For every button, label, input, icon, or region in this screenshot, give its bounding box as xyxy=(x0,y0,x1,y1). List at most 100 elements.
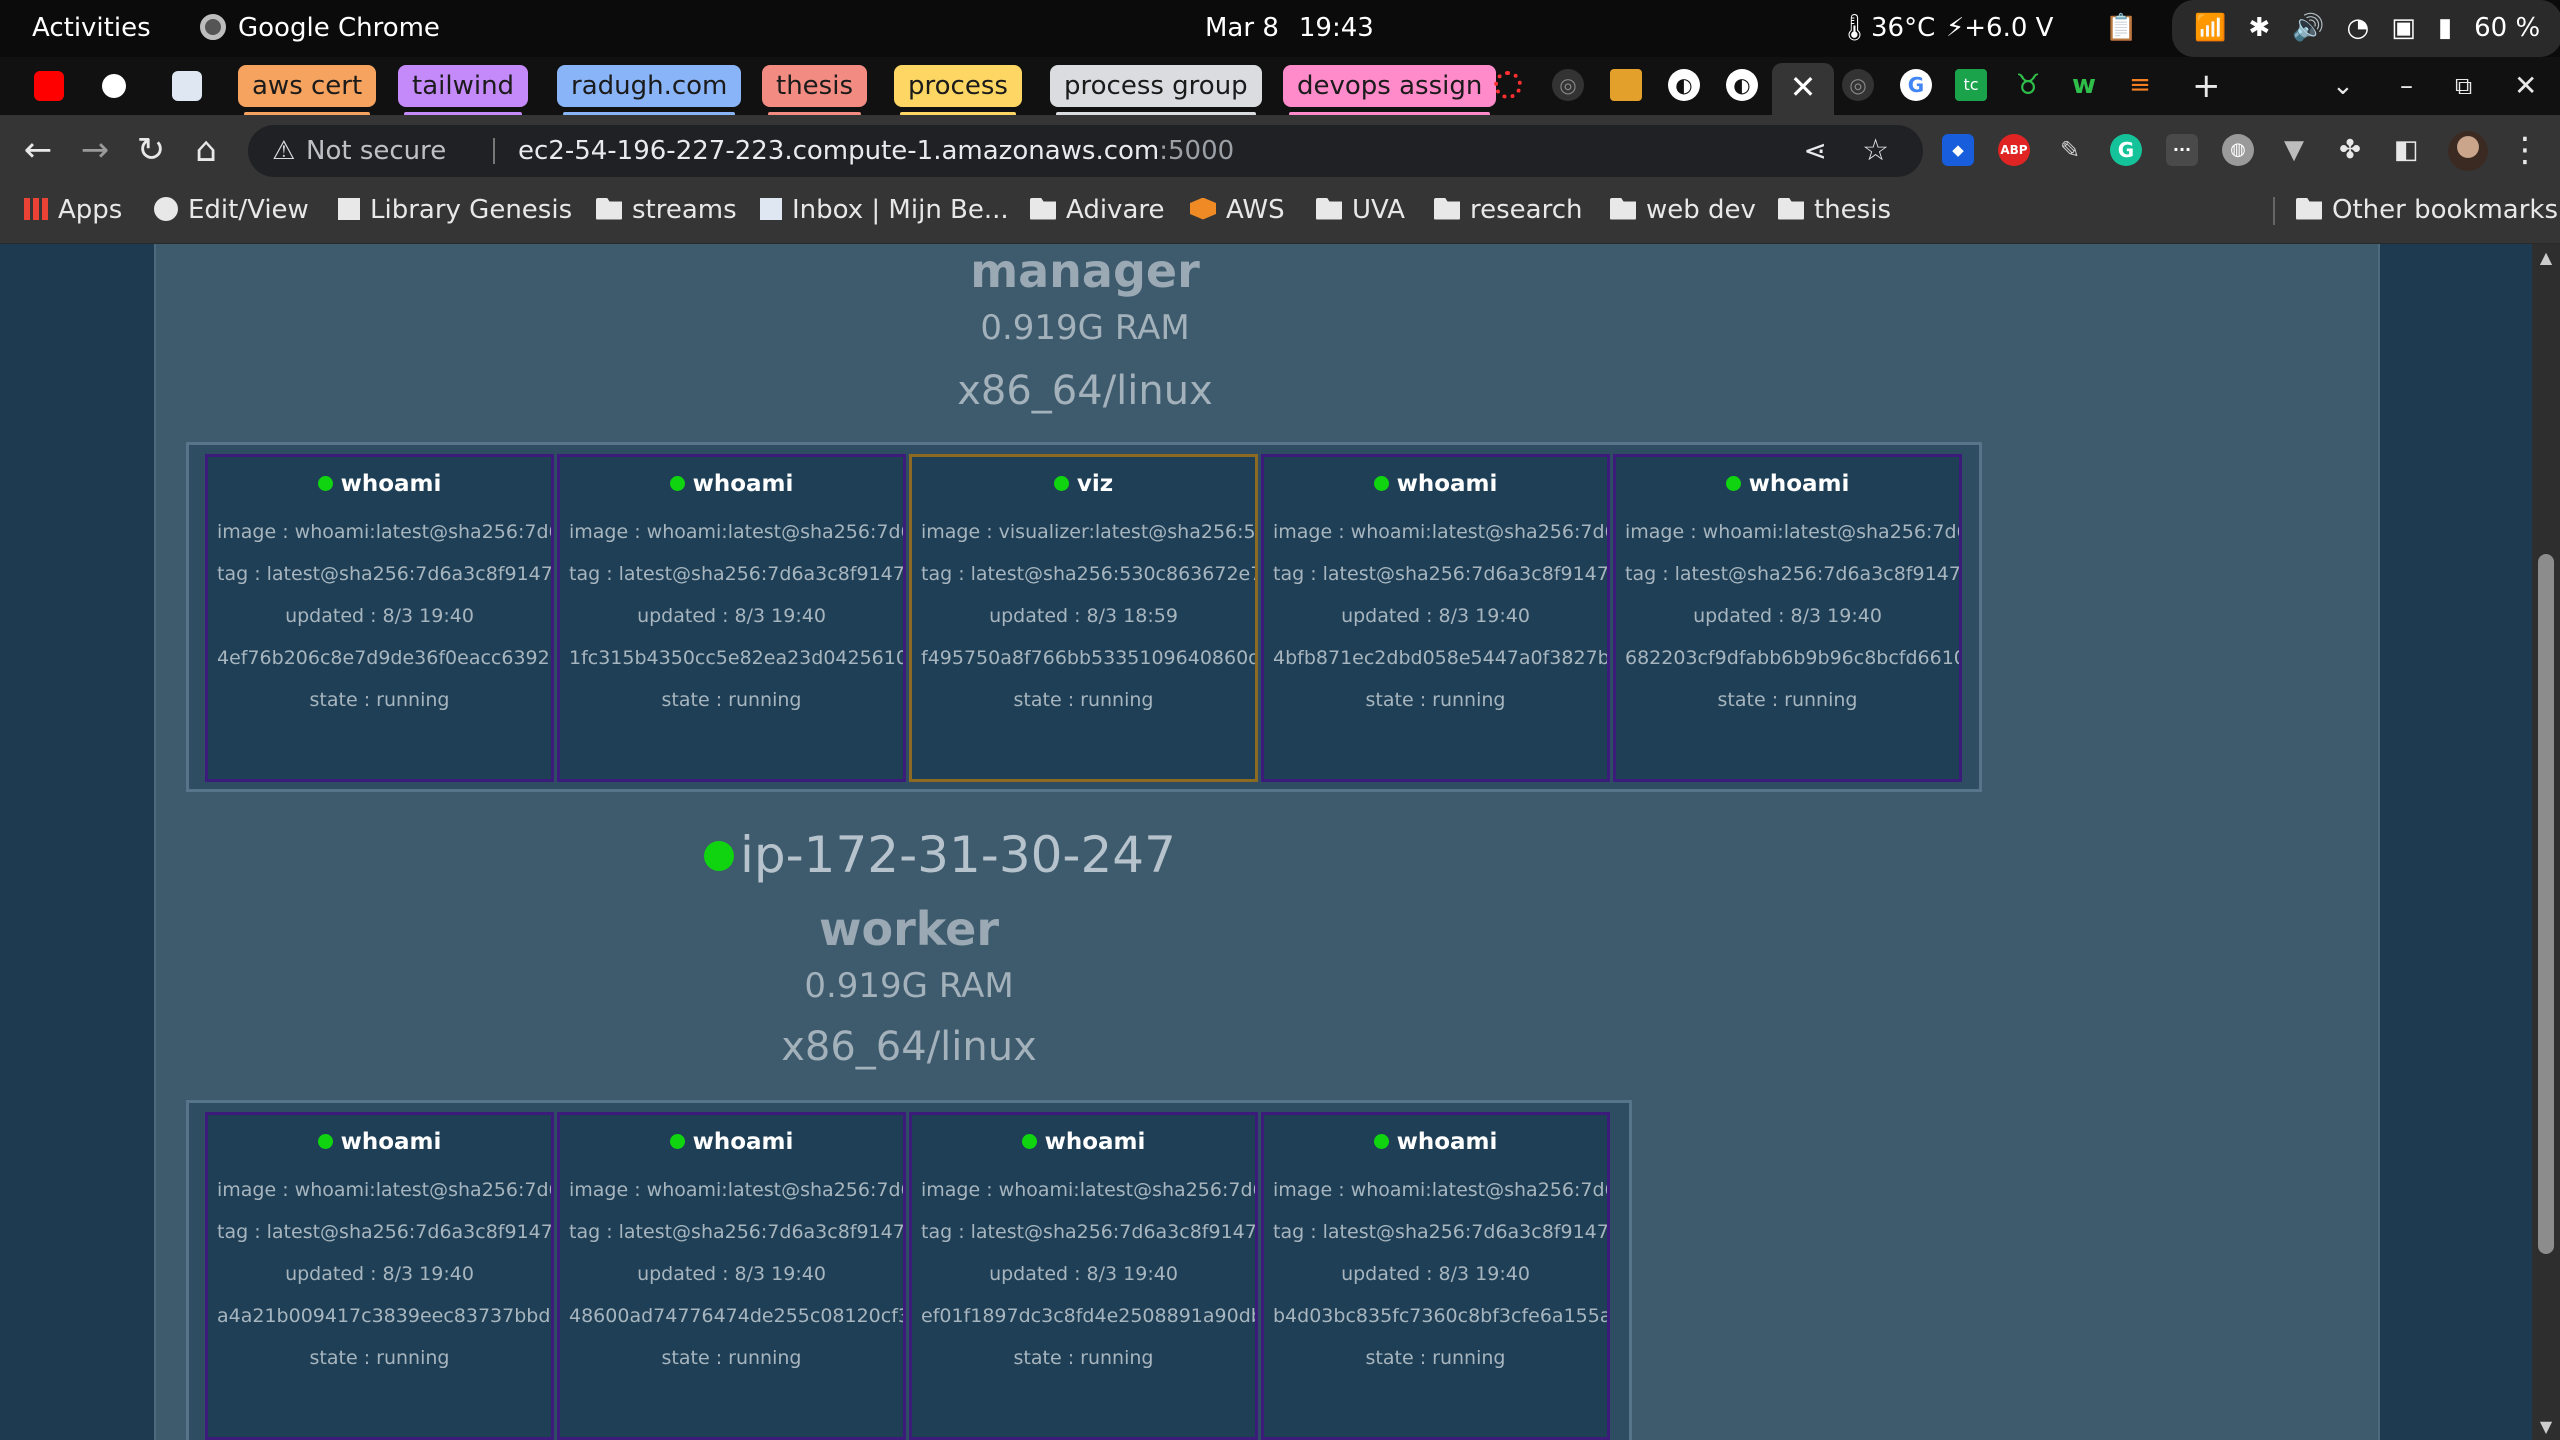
task-card-viz[interactable]: viz image : visualizer:latest@sha256:530… xyxy=(909,454,1258,782)
tab-group-process-group[interactable]: process group xyxy=(1050,65,1262,116)
tab-group-process[interactable]: process xyxy=(894,65,1022,116)
bookmark-item[interactable]: AWS xyxy=(1190,185,1285,235)
vue-devtools-icon[interactable]: ▼ xyxy=(2278,134,2310,166)
tab-group-devops-assign[interactable]: devops assign xyxy=(1283,65,1497,116)
activities-button[interactable]: Activities xyxy=(32,0,151,57)
reload-icon[interactable]: ↻ xyxy=(128,127,174,173)
grammarly-icon[interactable]: G xyxy=(2110,134,2142,166)
scroll-down-arrow-icon[interactable]: ▼ xyxy=(2532,1417,2560,1436)
other-bookmarks[interactable]: Other bookmarks xyxy=(2296,185,2558,235)
tab-group-tailwind[interactable]: tailwind xyxy=(398,65,529,116)
bookmark-folder[interactable]: research xyxy=(1434,185,1582,235)
bookmark-folder[interactable]: UVA xyxy=(1316,185,1405,235)
tc-tab-icon[interactable]: tc xyxy=(1955,69,1987,101)
bookmark-item[interactable]: Library Genesis xyxy=(338,185,572,235)
google-tab-icon[interactable]: G xyxy=(1900,69,1932,101)
bookmark-apps[interactable]: Apps xyxy=(24,185,122,235)
github-tab-icon[interactable]: ◎ xyxy=(1842,69,1874,101)
leaf-tab-icon[interactable]: ♉ xyxy=(2012,69,2044,101)
task-card[interactable]: whoami image : whoami:latest@sha256:7d6a… xyxy=(557,454,906,782)
task-card[interactable]: whoami image : whoami:latest@sha256:7d6a… xyxy=(1261,1112,1610,1440)
back-icon[interactable]: ← xyxy=(15,127,61,173)
running-status-dot xyxy=(1373,475,1389,491)
kebab-menu-icon[interactable]: ⋮ xyxy=(2508,127,2542,173)
ellipsis-extension-icon[interactable]: ··· xyxy=(2166,134,2198,166)
system-menu[interactable]: 📶 ✱ 🔊 ◔ ▣ ▮ 60 % xyxy=(2172,0,2560,57)
clock[interactable]: Mar 8 19:43 xyxy=(1205,0,1374,57)
bitwarden-icon[interactable]: ◆ xyxy=(1942,134,1974,166)
task-card[interactable]: whoami image : whoami:latest@sha256:7d6a… xyxy=(1261,454,1610,782)
w-tab-icon[interactable]: w xyxy=(2068,69,2100,101)
task-state: state : running xyxy=(1013,689,1154,711)
side-panel-icon[interactable]: ◧ xyxy=(2390,134,2422,166)
address-bar[interactable]: ⚠ Not secure ec2-54-196-227-223.compute-… xyxy=(248,125,1923,177)
puzzle-icon[interactable]: ✤ xyxy=(2334,134,2366,166)
swarm-panel: manager 0.919G RAM x86_64/linux whoami i… xyxy=(154,244,2380,1440)
bookmark-folder[interactable]: web dev xyxy=(1610,185,1756,235)
active-tab-close-button[interactable]: ✕ xyxy=(1772,63,1834,115)
bookmark-tab-icon[interactable] xyxy=(172,71,202,101)
bookmark-folder[interactable]: Adivare xyxy=(1030,185,1165,235)
new-tab-button[interactable]: + xyxy=(2192,57,2221,115)
task-name-label: whoami xyxy=(692,471,794,497)
not-secure-label[interactable]: Not secure xyxy=(306,125,446,177)
task-updated: updated : 8/3 19:40 xyxy=(285,1263,474,1285)
globe-extension-icon[interactable]: ◍ xyxy=(2222,134,2254,166)
bookmark-star-icon[interactable]: ☆ xyxy=(1862,125,1889,177)
browser-toolbar: ← → ↻ ⌂ ⚠ Not secure ec2-54-196-227-223.… xyxy=(0,115,2560,185)
task-card[interactable]: whoami image : whoami:latest@sha256:7d6a… xyxy=(205,454,554,782)
globe-tab-icon[interactable]: ◐ xyxy=(1726,69,1758,101)
task-tag: tag : latest@sha256:7d6a3c8f91470a23ef3 xyxy=(217,1221,553,1243)
task-name: whoami xyxy=(560,1129,903,1155)
globe-tab-icon[interactable]: ◐ xyxy=(1668,69,1700,101)
github-tab-icon[interactable]: ◎ xyxy=(1552,69,1584,101)
window-close-button[interactable]: ✕ xyxy=(2514,57,2537,115)
task-image: image : whoami:latest@sha256:7d6a3c8f9 xyxy=(217,521,551,543)
task-name-label: whoami xyxy=(1044,1129,1146,1155)
url-text[interactable]: ec2-54-196-227-223.compute-1.amazonaws.c… xyxy=(518,125,1234,177)
tab-search-button[interactable]: ⌄ xyxy=(2332,57,2354,115)
app-menu[interactable]: Google Chrome xyxy=(200,0,440,57)
bookmark-folder[interactable]: streams xyxy=(596,185,737,235)
voltage-indicator[interactable]: ⚡+6.0 V xyxy=(1946,0,2053,57)
worker-hostname: ip-172-31-30-247 xyxy=(704,826,1176,884)
running-status-dot xyxy=(1373,1133,1389,1149)
task-card[interactable]: whoami image : whoami:latest@sha256:7d6a… xyxy=(1613,454,1962,782)
scrollbar-thumb[interactable] xyxy=(2538,554,2554,1254)
folder-icon xyxy=(1434,197,1460,220)
manager-task-list: whoami image : whoami:latest@sha256:7d6a… xyxy=(186,442,1982,792)
tab-group-radugh[interactable]: radugh.com xyxy=(557,65,742,116)
library-icon xyxy=(338,197,360,220)
temperature-indicator[interactable]: 🌡36°C xyxy=(1838,0,1935,57)
youtube-tab-icon[interactable] xyxy=(34,71,64,101)
tab-group-thesis[interactable]: thesis xyxy=(762,65,867,116)
tab-group-aws-cert[interactable]: aws cert xyxy=(238,65,377,116)
page-scrollbar[interactable]: ▲ ▼ xyxy=(2532,244,2560,1440)
task-card[interactable]: whoami image : whoami:latest@sha256:7d6a… xyxy=(205,1112,554,1440)
clipboard-icon[interactable]: 📋 xyxy=(2105,0,2137,57)
medium-tab-icon[interactable] xyxy=(102,74,126,98)
task-tag: tag : latest@sha256:7d6a3c8f91470a23ef3 xyxy=(217,563,553,585)
scroll-up-arrow-icon[interactable]: ▲ xyxy=(2532,248,2560,267)
package-tab-icon[interactable] xyxy=(1610,69,1642,101)
voltage-value: +6.0 V xyxy=(1964,13,2054,43)
task-card[interactable]: whoami image : whoami:latest@sha256:7d6a… xyxy=(909,1112,1258,1440)
stackoverflow-tab-icon[interactable]: ≡ xyxy=(2124,69,2156,101)
forward-icon[interactable]: → xyxy=(72,127,118,173)
spinner-tab-icon[interactable] xyxy=(1494,71,1522,99)
home-icon[interactable]: ⌂ xyxy=(183,127,229,173)
share-icon[interactable]: ⋖ xyxy=(1804,125,1827,177)
minimize-button[interactable]: – xyxy=(2400,57,2413,115)
bookmark-folder[interactable]: thesis xyxy=(1778,185,1891,235)
bookmark-item[interactable]: Inbox | Mijn Be... xyxy=(760,185,1009,235)
bookmark-item[interactable]: Edit/View xyxy=(154,185,309,235)
adblock-icon[interactable]: ABP xyxy=(1998,134,2030,166)
task-updated: updated : 8/3 19:40 xyxy=(1341,605,1530,627)
task-card[interactable]: whoami image : whoami:latest@sha256:7d6a… xyxy=(557,1112,906,1440)
profile-avatar[interactable] xyxy=(2448,131,2488,171)
task-id: a4a21b009417c3839eec83737bbdb6a214 xyxy=(217,1305,551,1327)
running-status-dot xyxy=(669,1133,685,1149)
maximize-button[interactable]: ⧉ xyxy=(2455,57,2472,115)
task-image: image : whoami:latest@sha256:7d6a3c8f9 xyxy=(1273,1179,1607,1201)
pen-icon[interactable]: ✎ xyxy=(2054,134,2086,166)
